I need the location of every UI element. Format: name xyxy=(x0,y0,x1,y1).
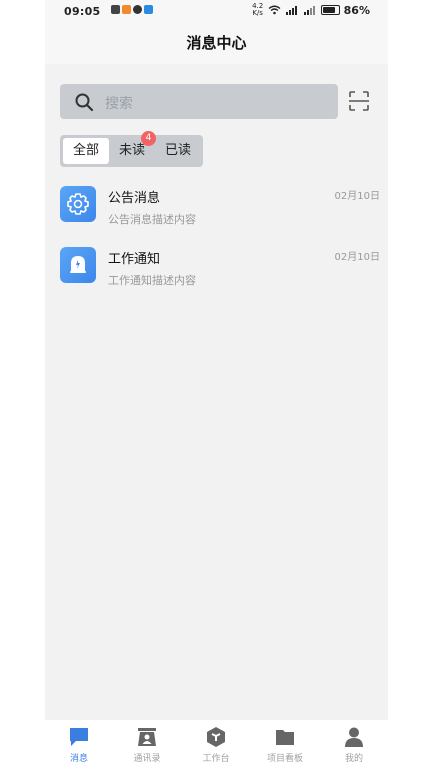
nav-item-messages[interactable]: 消息 xyxy=(45,720,113,768)
search-input[interactable]: 搜索 xyxy=(60,84,338,119)
status-time: 09:05 xyxy=(64,5,101,18)
nav-label: 通讯录 xyxy=(133,754,161,764)
message-date: 02月10日 xyxy=(334,191,380,202)
nav-label: 消息 xyxy=(69,754,88,764)
scan-icon[interactable] xyxy=(348,90,370,112)
tab-read[interactable]: 已读 xyxy=(156,138,200,164)
app-notification-icon xyxy=(144,5,153,14)
person-icon xyxy=(345,727,363,747)
bell-icon xyxy=(60,247,96,283)
message-icon xyxy=(133,5,142,14)
nav-item-contacts[interactable]: 通讯录 xyxy=(113,720,181,768)
message-title: 工作通知 xyxy=(108,252,161,267)
nav-item-mine[interactable]: 我的 xyxy=(320,720,388,768)
signal-icon xyxy=(303,6,315,15)
notification-icons xyxy=(111,5,153,14)
message-description: 公告消息描述内容 xyxy=(108,213,196,226)
page-title: 消息中心 xyxy=(45,22,388,64)
message-title: 公告消息 xyxy=(108,191,161,206)
nav-item-project-board[interactable]: 项目看板 xyxy=(251,720,319,768)
list-item[interactable]: 公告消息 公告消息描述内容 02月10日 xyxy=(60,182,380,238)
app-frame: 09:05 4.2 K/s 86% 消息中心 搜索 全部 未读 已读 4 公告消… xyxy=(45,0,388,768)
network-speed: 4.2 K/s xyxy=(252,2,264,17)
nav-item-workbench[interactable]: 工作台 xyxy=(182,720,250,768)
bottom-nav: 消息 通讯录 工作台 项目看板 我的 xyxy=(45,720,388,768)
nav-label: 项目看板 xyxy=(266,754,303,764)
alarm-icon xyxy=(111,5,120,14)
folder-icon xyxy=(276,730,294,745)
workbench-icon xyxy=(207,727,225,747)
message-description: 工作通知描述内容 xyxy=(108,274,196,287)
battery-icon xyxy=(320,5,340,15)
status-right: 4.2 K/s 86% xyxy=(252,3,370,17)
gear-icon xyxy=(60,186,96,222)
search-icon xyxy=(75,93,94,112)
app-notification-icon xyxy=(122,5,131,14)
wifi-icon xyxy=(268,5,281,15)
chat-icon xyxy=(70,728,88,746)
signal-icon xyxy=(285,6,297,15)
battery-level: 86% xyxy=(343,3,370,17)
message-date: 02月10日 xyxy=(334,252,380,263)
contacts-icon xyxy=(138,728,156,746)
status-bar: 09:05 4.2 K/s 86% xyxy=(45,0,388,22)
nav-label: 我的 xyxy=(344,754,363,764)
unread-count-badge: 4 xyxy=(141,131,156,146)
list-item[interactable]: 工作通知 工作通知描述内容 02月10日 xyxy=(60,243,380,299)
tab-all[interactable]: 全部 xyxy=(63,138,109,164)
nav-label: 工作台 xyxy=(202,754,230,764)
search-placeholder: 搜索 xyxy=(105,96,133,112)
read-filter-tabs: 全部 未读 已读 4 xyxy=(60,131,203,167)
